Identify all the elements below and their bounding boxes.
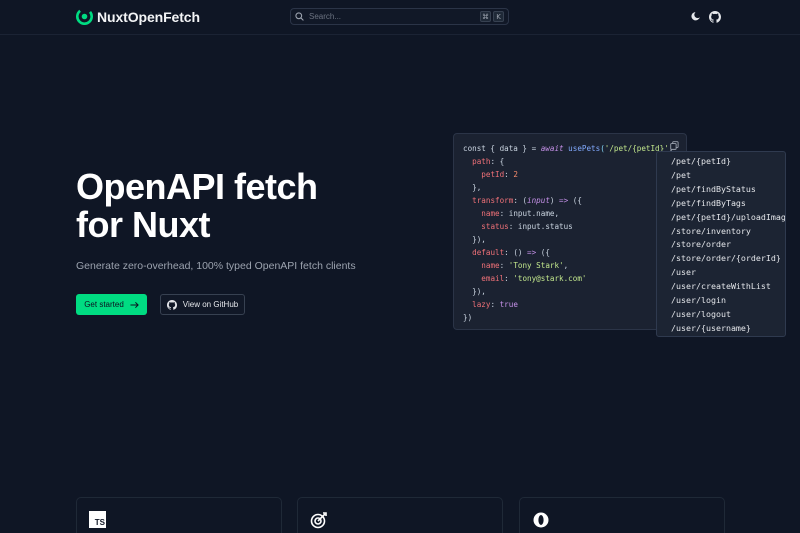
openapi-icon [533, 512, 549, 528]
autocomplete-item[interactable]: /pet/{petId} [671, 155, 785, 169]
autocomplete-item[interactable]: /user/{username} [671, 322, 785, 336]
code-boolean: true [499, 300, 518, 309]
shortcut-key-k: K [493, 11, 504, 22]
code-key: lazy [472, 300, 491, 309]
autocomplete-item[interactable]: /store/order/{orderId} [671, 252, 785, 266]
code-example: const { data } = await usePets('/pet/{pe… [453, 133, 687, 330]
code-key: path [472, 157, 491, 166]
get-started-button[interactable]: Get started [76, 294, 147, 315]
code-key: transform [472, 196, 514, 205]
hero-title: OpenAPI fetch for Nuxt [76, 168, 406, 244]
target-icon [310, 512, 327, 529]
autocomplete-item[interactable]: /store/order [671, 238, 785, 252]
github-icon[interactable] [709, 11, 721, 23]
code-key: status [481, 222, 509, 231]
moon-icon[interactable] [690, 11, 701, 22]
search-icon [295, 12, 304, 21]
autocomplete-item[interactable]: /user/login [671, 294, 785, 308]
autocomplete-item[interactable]: /pet [671, 169, 785, 183]
autocomplete-item[interactable]: /user [671, 266, 785, 280]
feature-card-openapi [519, 497, 725, 533]
search-input[interactable]: Search... ⌘ K [290, 8, 509, 25]
github-icon [166, 299, 177, 310]
code-key: name [481, 261, 500, 270]
autocomplete-item[interactable]: /pet/findByTags [671, 197, 785, 211]
code-key: default [472, 248, 505, 257]
shortcut-key-cmd: ⌘ [480, 11, 491, 22]
code-token: const { data } = [463, 144, 541, 153]
code-string: 'Tony Stark' [508, 261, 564, 270]
code-key: email [481, 274, 505, 283]
search-placeholder: Search... [309, 12, 342, 21]
get-started-label: Get started [84, 300, 124, 309]
site-header: NuxtOpenFetch Search... ⌘ K [0, 0, 800, 35]
hero-subtitle: Generate zero-overhead, 100% typed OpenA… [76, 260, 356, 272]
code-function: usePets [568, 144, 601, 153]
code-token: input.status [517, 222, 573, 231]
code-key: name [481, 209, 500, 218]
code-keyword: await [540, 144, 564, 153]
logo-text: NuxtOpenFetch [97, 8, 200, 25]
feature-card-target [297, 497, 503, 533]
code-token: input.name, [508, 209, 560, 218]
feature-card-typescript: TS [76, 497, 282, 533]
autocomplete-item[interactable]: /user/logout [671, 308, 785, 322]
typescript-icon: TS [89, 511, 106, 528]
hero-title-line-1: OpenAPI fetch [76, 166, 318, 207]
autocomplete-dropdown: /pet/{petId} /pet /pet/findByStatus /pet… [656, 151, 786, 337]
autocomplete-item[interactable]: /user/createWithList [671, 280, 785, 294]
copy-icon[interactable] [670, 141, 679, 150]
code-key: petId [481, 170, 505, 179]
view-on-github-button[interactable]: View on GitHub [160, 294, 245, 315]
arrow-right-icon [130, 301, 139, 308]
autocomplete-item[interactable]: /pet/findByStatus [671, 183, 785, 197]
view-on-github-label: View on GitHub [182, 300, 239, 309]
code-string: 'tony@stark.com' [513, 274, 587, 283]
code-number: 2 [513, 170, 518, 179]
autocomplete-item[interactable]: /pet/{petId}/uploadImage [671, 211, 785, 225]
autocomplete-item[interactable]: /store/inventory [671, 225, 785, 239]
code-param: input [527, 196, 550, 205]
hero-title-line-2: for Nuxt [76, 204, 211, 245]
nuxt-logo-icon [76, 8, 93, 25]
logo-link[interactable]: NuxtOpenFetch [76, 8, 200, 25]
